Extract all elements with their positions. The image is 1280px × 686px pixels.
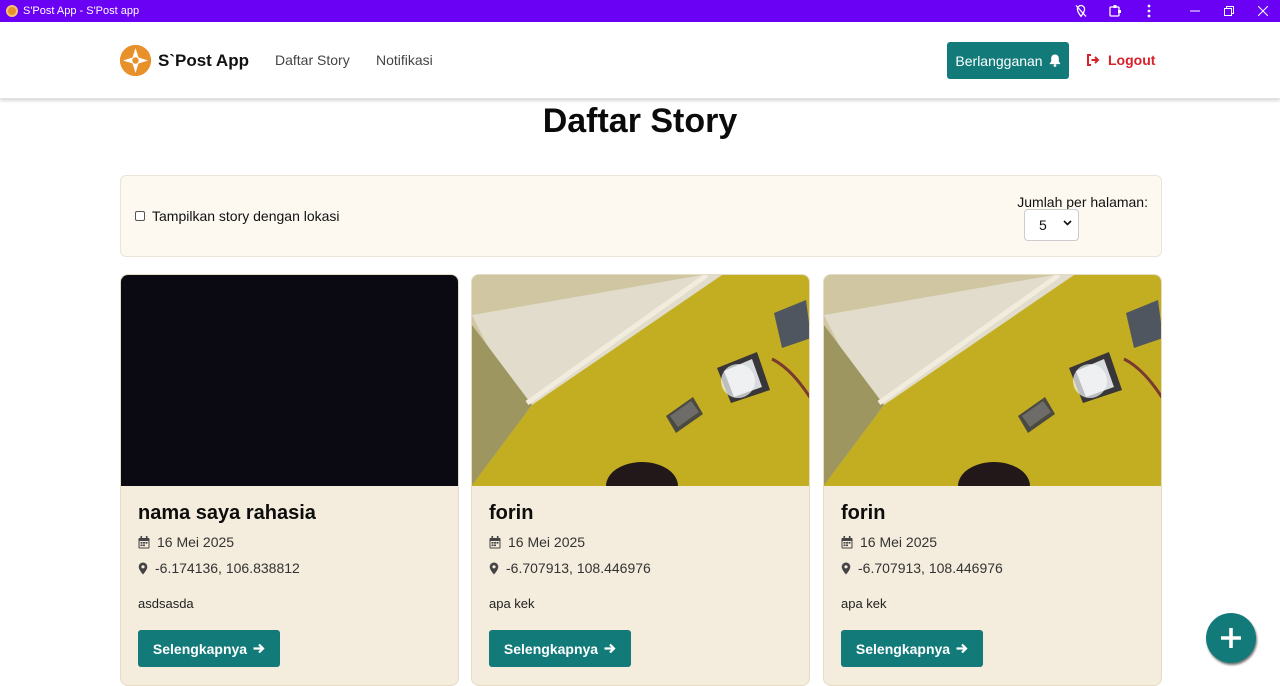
per-page-label: Jumlah per halaman:: [1017, 194, 1148, 210]
read-more-button[interactable]: Selengkapnya: [489, 630, 631, 667]
story-description: asdsasda: [138, 596, 194, 611]
map-pin-icon: [138, 562, 148, 574]
close-icon[interactable]: [1246, 0, 1280, 22]
read-more-label: Selengkapnya: [855, 640, 951, 657]
subscribe-label: Berlangganan: [955, 52, 1043, 69]
story-name: nama saya rahasia: [138, 502, 316, 524]
read-more-label: Selengkapnya: [503, 640, 599, 657]
per-page-value: 5: [1039, 217, 1047, 233]
filter-panel: Tampilkan story dengan lokasi Jumlah per…: [120, 175, 1162, 257]
story-card: nama saya rahasia 16 Mei 2025 -6.174136,…: [120, 274, 459, 686]
window-titlebar: S'Post App - S'Post app: [0, 0, 1280, 22]
story-date-text: 16 Mei 2025: [860, 534, 938, 550]
logout-label: Logout: [1108, 52, 1156, 68]
subscribe-button[interactable]: Berlangganan: [947, 42, 1069, 79]
story-coords: -6.174136, 106.838812: [155, 560, 300, 576]
logout-icon: [1087, 54, 1100, 66]
page-title: Daftar Story: [542, 102, 738, 140]
minimize-icon[interactable]: [1178, 0, 1212, 22]
restore-icon[interactable]: [1212, 0, 1246, 22]
calendar-icon: [138, 535, 150, 548]
brand-name[interactable]: S`Post App: [158, 51, 249, 71]
add-story-button[interactable]: [1206, 613, 1256, 663]
logout-button[interactable]: Logout: [1086, 52, 1155, 68]
nav-notifikasi[interactable]: Notifikasi: [376, 52, 433, 68]
map-pin-icon: [489, 562, 499, 574]
map-pin-icon: [841, 562, 851, 574]
arrow-right-icon: [253, 643, 265, 654]
read-more-label: Selengkapnya: [152, 640, 248, 657]
bell-icon: [1049, 54, 1060, 67]
window-title: S'Post App - S'Post app: [23, 5, 140, 17]
more-menu-icon[interactable]: [1132, 0, 1166, 22]
story-card: forin 16 Mei 2025 -6.707913, 108.446976 …: [471, 274, 810, 686]
story-date-text: 16 Mei 2025: [157, 534, 235, 550]
story-name: forin: [489, 502, 534, 524]
app-favicon-icon: [6, 5, 18, 17]
extensions-icon[interactable]: [1098, 0, 1132, 22]
arrow-right-icon: [956, 643, 968, 654]
chevron-down-icon: [1063, 218, 1072, 230]
nav-daftar-story[interactable]: Daftar Story: [275, 52, 350, 68]
per-page-select[interactable]: 5: [1024, 209, 1079, 241]
story-photo: [824, 275, 1161, 486]
location-filter-checkbox[interactable]: [135, 211, 145, 221]
story-date-text: 16 Mei 2025: [508, 534, 586, 550]
arrow-right-icon: [604, 643, 616, 654]
story-date: 16 Mei 2025: [138, 534, 444, 550]
read-more-button[interactable]: Selengkapnya: [138, 630, 280, 667]
story-location: -6.707913, 108.446976: [489, 560, 795, 576]
plus-icon: [1221, 628, 1241, 648]
story-description: apa kek: [841, 596, 887, 611]
compass-logo-icon[interactable]: [120, 45, 151, 76]
calendar-icon: [489, 535, 501, 548]
story-date: 16 Mei 2025: [489, 534, 795, 550]
story-date: 16 Mei 2025: [841, 534, 1147, 550]
story-coords: -6.707913, 108.446976: [506, 560, 651, 576]
location-off-icon[interactable]: [1064, 0, 1098, 22]
story-photo: [472, 275, 809, 486]
read-more-button[interactable]: Selengkapnya: [841, 630, 983, 667]
calendar-icon: [841, 535, 853, 548]
story-description: apa kek: [489, 596, 535, 611]
story-location: -6.707913, 108.446976: [841, 560, 1147, 576]
story-coords: -6.707913, 108.446976: [858, 560, 1003, 576]
story-location: -6.174136, 106.838812: [138, 560, 444, 576]
app-header: S`Post App Daftar Story Notifikasi Berla…: [0, 22, 1280, 99]
story-photo: [121, 275, 458, 486]
story-name: forin: [841, 502, 886, 524]
location-filter-label[interactable]: Tampilkan story dengan lokasi: [152, 208, 340, 224]
story-card: forin 16 Mei 2025 -6.707913, 108.446976 …: [823, 274, 1162, 686]
